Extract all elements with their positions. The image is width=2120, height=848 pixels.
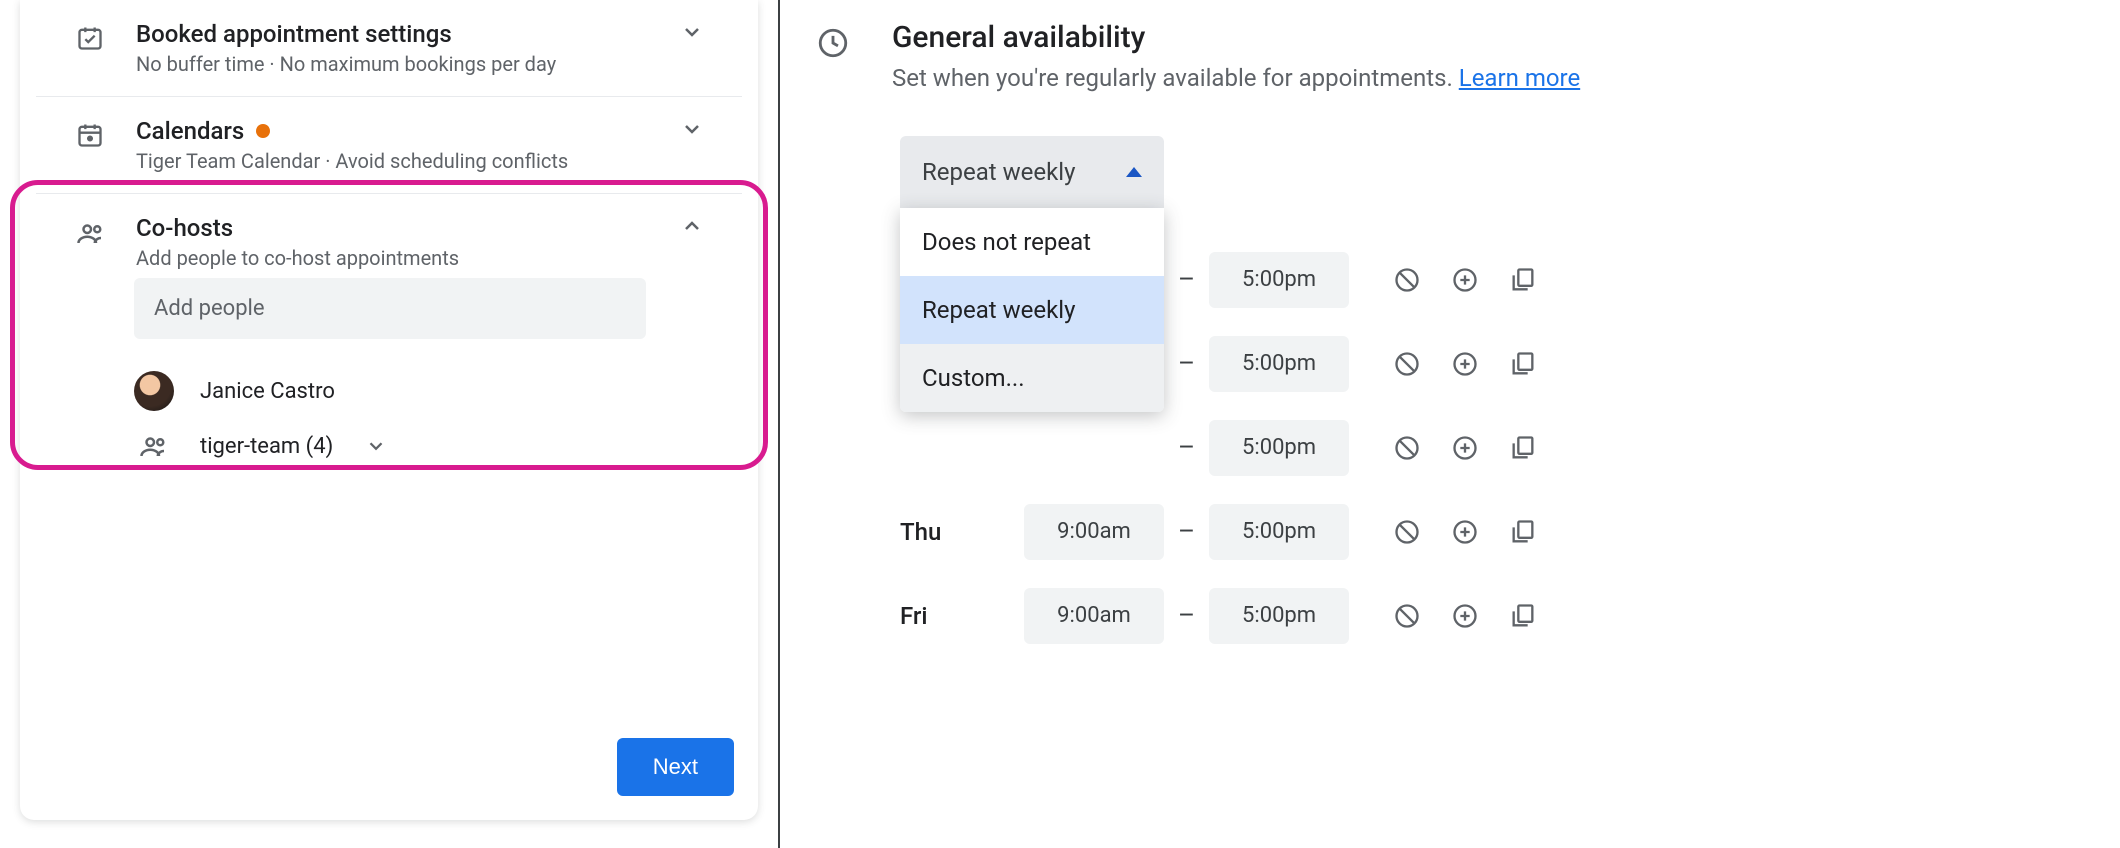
calendars-subtitle: Tiger Team Calendar · Avoid scheduling c…	[136, 149, 672, 173]
section-booked-settings[interactable]: Booked appointment settings No buffer ti…	[36, 0, 742, 97]
dash: –	[1178, 265, 1195, 295]
chevron-down-icon[interactable]	[672, 117, 712, 141]
next-button[interactable]: Next	[617, 738, 734, 796]
dash: –	[1178, 349, 1195, 379]
repeat-dropdown: Does not repeat Repeat weekly Custom...	[900, 208, 1164, 412]
unavailable-icon[interactable]	[1393, 350, 1421, 378]
cohosts-body: Add people Janice Castro tiger-team (4)	[20, 278, 758, 481]
chevron-down-icon[interactable]	[365, 435, 387, 457]
end-time-input[interactable]: 5:00pm	[1209, 336, 1349, 392]
person-name: Janice Castro	[200, 379, 335, 404]
end-time-input[interactable]: 5:00pm	[1209, 420, 1349, 476]
cohosts-title: Co-hosts	[136, 214, 672, 242]
unavailable-icon[interactable]	[1393, 434, 1421, 462]
repeat-select[interactable]: Repeat weekly	[900, 136, 1164, 208]
booked-subtitle: No buffer time · No maximum bookings per…	[136, 52, 672, 76]
calendars-title: Calendars	[136, 117, 244, 145]
booked-icon	[76, 20, 136, 52]
settings-card: Booked appointment settings No buffer ti…	[20, 0, 758, 820]
avatar	[134, 371, 174, 411]
end-time-input[interactable]: 5:00pm	[1209, 504, 1349, 560]
booked-title: Booked appointment settings	[136, 20, 672, 48]
chevron-up-icon[interactable]	[672, 214, 712, 238]
add-slot-icon[interactable]	[1451, 602, 1479, 630]
copy-icon[interactable]	[1509, 350, 1537, 378]
copy-icon[interactable]	[1509, 434, 1537, 462]
availability-title: General availability	[892, 20, 1580, 55]
repeat-selected-label: Repeat weekly	[922, 158, 1075, 186]
dropdown-option-repeat-weekly[interactable]: Repeat weekly	[900, 276, 1164, 344]
unavailable-icon[interactable]	[1393, 518, 1421, 546]
add-slot-icon[interactable]	[1451, 350, 1479, 378]
availability-row: Thu 9:00am – 5:00pm	[900, 490, 2080, 574]
section-cohosts[interactable]: Co-hosts Add people to co-host appointme…	[36, 194, 742, 278]
cohost-group-row[interactable]: tiger-team (4)	[134, 421, 712, 471]
day-label: Thu	[900, 518, 1010, 546]
calendar-icon	[76, 117, 136, 149]
availability-row: – 5:00pm	[900, 406, 2080, 490]
dropdown-option-custom[interactable]: Custom...	[900, 344, 1164, 412]
right-panel: General availability Set when you're reg…	[780, 0, 2120, 848]
attention-dot-icon	[256, 124, 270, 138]
section-calendars[interactable]: Calendars Tiger Team Calendar · Avoid sc…	[36, 97, 742, 194]
cohost-person-row[interactable]: Janice Castro	[134, 361, 712, 421]
end-time-input[interactable]: 5:00pm	[1209, 588, 1349, 644]
unavailable-icon[interactable]	[1393, 602, 1421, 630]
availability-subtitle-text: Set when you're regularly available for …	[892, 64, 1459, 92]
add-slot-icon[interactable]	[1451, 434, 1479, 462]
group-icon	[134, 431, 174, 461]
group-label: tiger-team (4)	[200, 434, 333, 459]
add-slot-icon[interactable]	[1451, 518, 1479, 546]
start-time-input[interactable]: 9:00am	[1024, 504, 1164, 560]
dash: –	[1178, 433, 1195, 463]
start-time-input[interactable]: 9:00am	[1024, 588, 1164, 644]
copy-icon[interactable]	[1509, 518, 1537, 546]
dash: –	[1178, 517, 1195, 547]
unavailable-icon[interactable]	[1393, 266, 1421, 294]
end-time-input[interactable]: 5:00pm	[1209, 252, 1349, 308]
cohosts-subtitle: Add people to co-host appointments	[136, 246, 672, 270]
dropdown-option-does-not-repeat[interactable]: Does not repeat	[900, 208, 1164, 276]
day-label: Fri	[900, 602, 1010, 630]
dash: –	[1178, 601, 1195, 631]
copy-icon[interactable]	[1509, 602, 1537, 630]
copy-icon[interactable]	[1509, 266, 1537, 294]
add-slot-icon[interactable]	[1451, 266, 1479, 294]
add-people-input[interactable]: Add people	[134, 278, 646, 339]
chevron-down-icon[interactable]	[672, 20, 712, 44]
availability-subtitle: Set when you're regularly available for …	[892, 61, 1580, 96]
availability-header: General availability Set when you're reg…	[816, 20, 2080, 96]
left-panel: Booked appointment settings No buffer ti…	[0, 0, 778, 848]
caret-up-icon	[1126, 167, 1142, 177]
learn-more-link[interactable]: Learn more	[1459, 64, 1580, 92]
people-icon	[76, 214, 136, 248]
availability-row: Fri 9:00am – 5:00pm	[900, 574, 2080, 658]
clock-icon	[816, 20, 850, 60]
